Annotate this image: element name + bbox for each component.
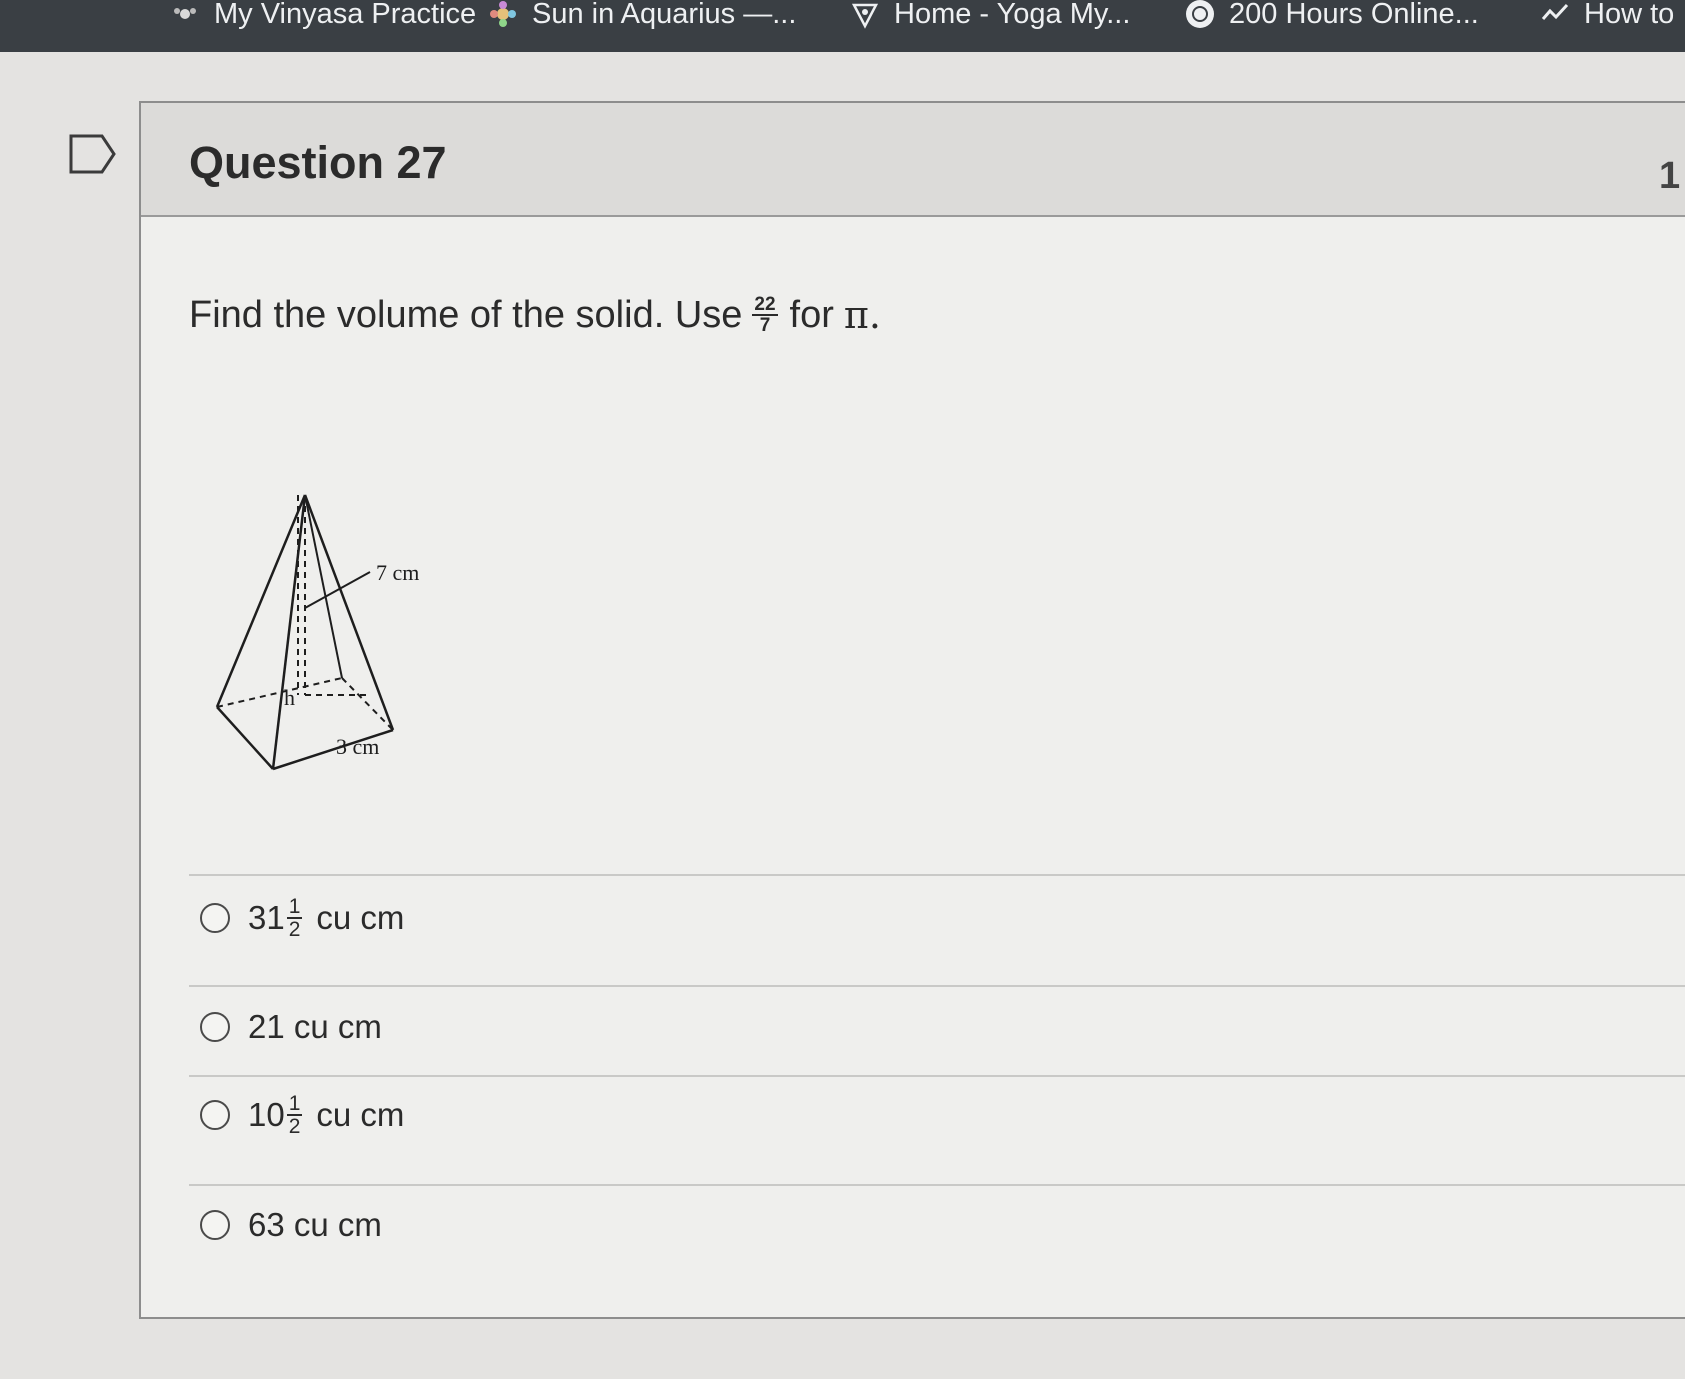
hidden-edge bbox=[341, 677, 394, 731]
option-divider bbox=[189, 1075, 1685, 1077]
option-fraction: 1 2 bbox=[286, 1092, 303, 1138]
option-unit: cu cm bbox=[316, 1096, 405, 1133]
flower-icon bbox=[488, 0, 518, 29]
prompt-text: Find the volume of the solid. Use bbox=[189, 293, 743, 336]
bookmark-sun-in-aquarius[interactable]: Sun in Aquarius —... bbox=[488, 0, 796, 34]
radio-button[interactable] bbox=[200, 1012, 230, 1042]
answer-option-3[interactable]: 10 1 2 cu cm bbox=[200, 1093, 404, 1137]
pi-fraction: 22 7 bbox=[752, 294, 778, 336]
question-prompt: Find the volume of the solid. Use 22 7 f… bbox=[189, 293, 881, 337]
option-label: 21 cu cm bbox=[248, 1008, 382, 1045]
bookmark-label: Sun in Aquarius —... bbox=[532, 0, 797, 30]
fraction-denominator: 2 bbox=[288, 918, 301, 941]
option-divider bbox=[189, 1184, 1685, 1186]
fraction-numerator: 22 bbox=[752, 294, 778, 316]
slant-height-line bbox=[304, 494, 343, 679]
option-whole: 31 bbox=[248, 899, 285, 936]
option-divider bbox=[189, 985, 1685, 987]
pi-symbol: π. bbox=[843, 293, 881, 337]
yoga-circle-icon bbox=[1185, 0, 1215, 29]
check-swoosh-icon bbox=[1540, 0, 1570, 29]
bookmark-label: My Vinyasa Practice bbox=[214, 0, 477, 30]
heart-location-icon bbox=[850, 0, 880, 29]
bookmark-home-yoga[interactable]: Home - Yoga My... bbox=[850, 0, 1130, 34]
bookmarks-bar: My Vinyasa Practice Sun in Aquarius —...… bbox=[0, 0, 1685, 52]
answer-option-1[interactable]: 31 1 2 cu cm bbox=[200, 896, 404, 940]
flag-question-icon[interactable] bbox=[68, 133, 118, 175]
pyramid-edge bbox=[216, 706, 274, 770]
height-label: h bbox=[284, 685, 295, 710]
base-label: 3 cm bbox=[336, 734, 379, 759]
slant-label-leader bbox=[304, 571, 371, 609]
bookmark-how-to[interactable]: How to bbox=[1540, 0, 1674, 34]
bookmark-200-hours[interactable]: 200 Hours Online... bbox=[1185, 0, 1479, 34]
fraction-denominator: 7 bbox=[759, 315, 771, 336]
prompt-text-for: for bbox=[789, 293, 834, 336]
option-label: 63 cu cm bbox=[248, 1206, 382, 1243]
option-whole: 10 bbox=[248, 1096, 285, 1133]
option-label: 10 1 2 cu cm bbox=[248, 1093, 404, 1137]
option-divider bbox=[189, 874, 1685, 876]
bookmark-label: Home - Yoga My... bbox=[894, 0, 1131, 30]
fraction-denominator: 2 bbox=[288, 1115, 301, 1138]
radio-button[interactable] bbox=[200, 1210, 230, 1240]
option-unit: cu cm bbox=[316, 899, 405, 936]
bookmark-my-vinyasa-practice[interactable]: My Vinyasa Practice bbox=[170, 0, 476, 34]
option-fraction: 1 2 bbox=[286, 895, 303, 941]
option-label: 31 1 2 cu cm bbox=[248, 896, 404, 940]
bookmark-label: How to bbox=[1584, 0, 1675, 30]
radio-button[interactable] bbox=[200, 903, 230, 933]
question-header: Question 27 1 bbox=[141, 103, 1685, 217]
pyramid-figure: 7 cm 3 cm h bbox=[215, 494, 419, 771]
answer-option-4[interactable]: 63 cu cm bbox=[200, 1206, 382, 1244]
question-points: 1 bbox=[1659, 155, 1681, 197]
answer-option-2[interactable]: 21 cu cm bbox=[200, 1008, 382, 1046]
fraction-numerator: 1 bbox=[286, 895, 303, 919]
radio-button[interactable] bbox=[200, 1100, 230, 1130]
fraction-numerator: 1 bbox=[286, 1092, 303, 1116]
bookmark-label: 200 Hours Online... bbox=[1229, 0, 1479, 30]
question-title: Question 27 bbox=[189, 137, 447, 188]
slant-label: 7 cm bbox=[376, 560, 419, 585]
lotus-icon bbox=[170, 0, 200, 29]
